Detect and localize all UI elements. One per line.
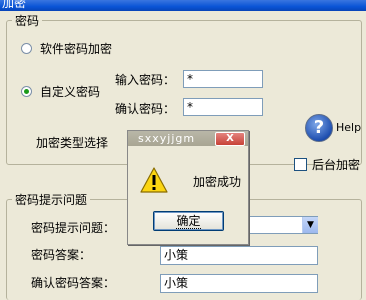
confirm-answer-label: 确认密码答案：	[31, 276, 116, 290]
password-group-title: 密码	[12, 12, 43, 29]
warning-icon	[140, 167, 168, 193]
ok-button[interactable]: 确定	[153, 211, 224, 231]
hint-group-title: 密码提示问题	[12, 191, 91, 208]
radio-custom-password-label[interactable]: 自定义密码	[40, 83, 100, 100]
encryption-type-label: 加密类型选择	[36, 136, 109, 150]
radio-software-password-label[interactable]: 软件密码加密	[40, 40, 112, 57]
enter-password-label: 输入密码：	[115, 73, 176, 87]
enter-password-field[interactable]: *	[183, 70, 263, 88]
answer-field[interactable]: 小策	[160, 246, 318, 265]
help-icon[interactable]: ?	[305, 114, 333, 142]
chevron-down-icon[interactable]: ▼	[302, 217, 318, 233]
confirm-password-field[interactable]: *	[183, 98, 263, 116]
window-title: 加密	[2, 0, 27, 10]
radio-software-password[interactable]	[21, 43, 32, 54]
dialog-message: 加密成功	[193, 175, 242, 189]
close-icon[interactable]: X	[215, 132, 245, 146]
confirm-answer-field[interactable]: 小策	[160, 274, 318, 293]
background-encrypt-checkbox[interactable]	[294, 158, 307, 171]
confirm-password-label: 确认密码：	[115, 102, 176, 116]
window-titlebar: 加密	[0, 0, 366, 11]
dialog-title: sxxyjjgm	[138, 132, 196, 145]
background-encrypt-label[interactable]: 后台加密	[312, 156, 360, 173]
ok-button-label: 确定	[176, 214, 201, 229]
radio-custom-password[interactable]	[21, 86, 32, 97]
hint-question-label: 密码提示问题：	[31, 221, 116, 235]
success-dialog: sxxyjjgm X 加密成功 确定	[127, 130, 249, 245]
dialog-titlebar: sxxyjjgm X	[128, 131, 248, 146]
answer-label: 密码答案：	[31, 248, 92, 262]
help-label[interactable]: Help	[336, 121, 361, 134]
